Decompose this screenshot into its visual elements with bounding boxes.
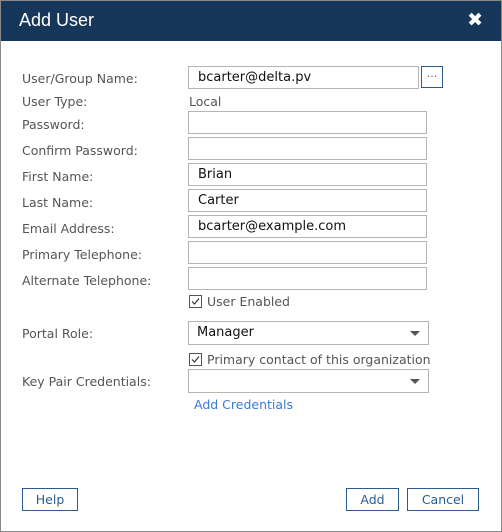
close-icon[interactable]: ✖ — [467, 10, 483, 30]
checkbox-checked-icon — [189, 353, 202, 366]
portal-role-select[interactable]: Manager — [188, 321, 429, 345]
user-enabled-checkbox[interactable]: User Enabled — [189, 294, 290, 309]
primary-telephone-label: Primary Telephone: — [22, 247, 142, 262]
primary-contact-label: Primary contact of this organization — [207, 352, 431, 367]
primary-telephone-input[interactable] — [188, 241, 427, 264]
first-name-input[interactable] — [188, 163, 427, 186]
confirm-password-label: Confirm Password: — [22, 143, 138, 158]
chevron-down-icon — [410, 379, 420, 384]
user-type-value: Local — [189, 94, 222, 109]
checkbox-checked-icon — [189, 295, 202, 308]
help-button[interactable]: Help — [22, 488, 78, 511]
last-name-label: Last Name: — [22, 195, 94, 210]
browse-users-button[interactable]: ... — [421, 66, 443, 88]
key-pair-credentials-select[interactable] — [188, 369, 429, 393]
dialog-title: Add User — [19, 10, 95, 30]
chevron-down-icon — [410, 331, 420, 336]
add-button[interactable]: Add — [346, 488, 399, 511]
last-name-input[interactable] — [188, 189, 427, 212]
alternate-telephone-input[interactable] — [188, 267, 427, 290]
first-name-label: First Name: — [22, 169, 94, 184]
cancel-button[interactable]: Cancel — [407, 488, 479, 511]
portal-role-label: Portal Role: — [22, 326, 94, 341]
email-address-label: Email Address: — [22, 221, 115, 236]
user-enabled-label: User Enabled — [207, 294, 290, 309]
email-address-input[interactable] — [188, 215, 427, 238]
add-credentials-link[interactable]: Add Credentials — [194, 397, 293, 412]
alternate-telephone-label: Alternate Telephone: — [22, 273, 152, 288]
password-input[interactable] — [188, 111, 427, 134]
portal-role-value: Manager — [197, 325, 254, 340]
user-type-label: User Type: — [22, 94, 88, 109]
dialog-titlebar: Add User ✖ — [1, 1, 501, 41]
user-group-name-label: User/Group Name: — [22, 71, 138, 86]
confirm-password-input[interactable] — [188, 137, 427, 160]
user-group-name-input[interactable] — [188, 66, 419, 89]
key-pair-credentials-label: Key Pair Credentials: — [22, 374, 151, 389]
ellipsis-icon: ... — [426, 67, 438, 80]
primary-contact-checkbox[interactable]: Primary contact of this organization — [189, 352, 431, 367]
add-user-dialog: Add User ✖ User/Group Name: ... User Typ… — [0, 0, 502, 532]
password-label: Password: — [22, 117, 85, 132]
